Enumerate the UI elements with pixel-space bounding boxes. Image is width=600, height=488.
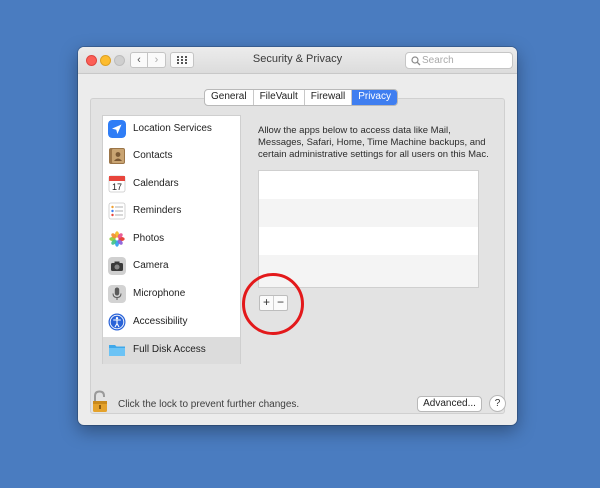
allowed-apps-list[interactable]: [258, 170, 479, 288]
list-item-label: Calendars: [133, 178, 179, 189]
photos-flower-icon: [108, 230, 126, 248]
lock-status-text: Click the lock to prevent further change…: [118, 399, 300, 410]
list-item-label: Contacts: [133, 150, 173, 161]
privacy-category-list[interactable]: Location Services Contacts 17 Calendars: [102, 115, 241, 364]
search-icon: [411, 56, 421, 66]
tab-firewall[interactable]: Firewall: [305, 90, 353, 105]
title-bar: ‹ › Security & Privacy: [78, 47, 517, 74]
list-item-label: Location Services: [133, 123, 212, 134]
list-item-label: Camera: [133, 260, 169, 271]
tab-general[interactable]: General: [205, 90, 254, 105]
privacy-description: Allow the apps below to access data like…: [258, 125, 489, 160]
list-item-label: Full Disk Access: [133, 344, 206, 355]
help-button[interactable]: ?: [489, 395, 506, 412]
tab-bar: General FileVault Firewall Privacy: [204, 89, 398, 106]
list-item-contacts[interactable]: Contacts: [103, 143, 240, 170]
list-item-label: Microphone: [133, 288, 186, 299]
annotation-circle: [242, 273, 304, 335]
tab-privacy[interactable]: Privacy: [352, 90, 397, 105]
calendar-icon: 17: [108, 175, 126, 193]
advanced-button[interactable]: Advanced...: [417, 396, 482, 412]
calendar-day-text: 17: [112, 182, 122, 192]
list-item-label: Photos: [133, 233, 165, 244]
location-arrow-icon: [108, 120, 126, 138]
list-item-microphone[interactable]: Microphone: [103, 281, 240, 308]
list-item-label: Accessibility: [133, 316, 188, 327]
list-item-camera[interactable]: Camera: [103, 253, 240, 280]
lock-open-icon[interactable]: [91, 390, 109, 414]
list-item-photos[interactable]: Photos: [103, 226, 240, 253]
search-input[interactable]: [422, 53, 510, 68]
list-item-location-services[interactable]: Location Services: [103, 116, 240, 143]
list-row: [259, 171, 478, 199]
folder-icon: [109, 345, 125, 356]
contacts-book-icon: [109, 148, 125, 164]
search-field[interactable]: [405, 52, 513, 69]
list-row: [259, 199, 478, 227]
camera-icon: [108, 257, 126, 275]
list-item-calendars[interactable]: 17 Calendars: [103, 171, 240, 198]
tab-filevault[interactable]: FileVault: [254, 90, 305, 105]
list-item-label: Reminders: [133, 205, 182, 216]
preferences-window: ‹ › Security & Privacy General FileVault…: [78, 47, 517, 425]
reminders-list-icon: [108, 202, 126, 220]
microphone-icon: [108, 285, 126, 303]
list-item-accessibility[interactable]: Accessibility: [103, 309, 240, 336]
list-item-full-disk-access[interactable]: Full Disk Access: [103, 337, 240, 364]
list-row: [259, 227, 478, 255]
accessibility-icon: [108, 313, 126, 331]
list-item-reminders[interactable]: Reminders: [103, 198, 240, 225]
